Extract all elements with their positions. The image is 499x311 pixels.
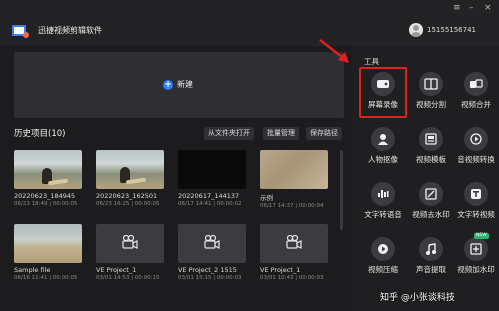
history-title: 历史项目(10)	[14, 129, 66, 139]
text-to-video-icon	[471, 189, 481, 199]
tool-audio-extract[interactable]: 声音提取	[408, 237, 454, 275]
av-convert-icon	[470, 133, 482, 145]
project-thumbnail	[96, 224, 164, 263]
tool-video-template[interactable]: 视频模板	[408, 127, 454, 165]
video-camera-icon	[122, 235, 138, 249]
project-card[interactable]: 20220623_184945 06/23 18:49 | 00:00:05	[14, 150, 82, 207]
remove-watermark-icon	[425, 188, 437, 200]
portrait-cutout-icon	[378, 134, 388, 145]
tool-add-watermark[interactable]: 视频加水印	[453, 237, 499, 275]
video-split-icon	[424, 78, 438, 90]
tool-label: 文字转语音	[364, 210, 402, 219]
save-path-button[interactable]: 保存路径	[306, 127, 342, 140]
project-name: 20220617_144137	[178, 192, 240, 200]
tool-video-merge[interactable]: 视频合并	[453, 72, 499, 110]
video-camera-icon	[286, 235, 302, 249]
video-camera-icon	[204, 235, 220, 249]
tool-label: 视频去水印	[412, 210, 450, 219]
tool-av-convert[interactable]: 音视频转换	[453, 127, 499, 165]
tool-label: 视频合并	[461, 100, 491, 109]
app-logo-icon	[12, 25, 29, 38]
tool-label: 视频分割	[416, 100, 446, 109]
minimize-icon[interactable]: –	[469, 3, 474, 13]
tool-text-to-speech[interactable]: 文字转语音	[360, 182, 406, 220]
project-meta: 06/23 16:25 | 00:00:05	[96, 201, 160, 207]
title-bar	[0, 0, 499, 46]
add-watermark-icon	[470, 243, 482, 255]
project-meta: 06/17 14:41 | 00:00:02	[178, 201, 242, 207]
project-card[interactable]: VE Project_1 03/01 10:43 | 00:00:03	[260, 224, 328, 281]
video-template-icon	[425, 133, 437, 145]
open-from-folder-button[interactable]: 从文件夹打开	[204, 127, 254, 140]
tool-label: 视频加水印	[457, 265, 495, 274]
project-meta: 03/01 14:53 | 00:00:15	[96, 275, 160, 281]
project-name: 示例	[260, 194, 273, 202]
project-card[interactable]: VE Project_2 1515 03/01 15:15 | 00:00:03	[178, 224, 246, 281]
watermark-text: 知乎 @小张谈科技	[380, 293, 455, 303]
project-card[interactable]: Sample file 06/16 11:41 | 00:00:05	[14, 224, 82, 281]
audio-extract-icon	[426, 243, 436, 255]
tool-label: 音视频转换	[457, 155, 495, 164]
batch-manage-button[interactable]: 批量管理	[263, 127, 299, 140]
avatar[interactable]	[409, 23, 423, 37]
history-scrollbar[interactable]	[340, 150, 343, 230]
project-name: VE Project_1	[96, 266, 137, 274]
tool-video-split[interactable]: 视频分割	[408, 72, 454, 110]
project-meta: 06/23 18:49 | 00:00:05	[14, 201, 78, 207]
text-to-speech-icon	[378, 190, 389, 198]
project-thumbnail	[14, 224, 82, 263]
tool-portrait-cutout[interactable]: 人物抠像	[360, 127, 406, 165]
new-project-button[interactable]: + 新建	[163, 79, 193, 90]
new-project-area[interactable]: + 新建	[14, 52, 344, 118]
tool-remove-watermark[interactable]: 视频去水印	[408, 182, 454, 220]
project-meta: 06/16 11:41 | 00:00:05	[14, 275, 78, 281]
video-merge-icon	[470, 79, 483, 88]
project-name: Sample file	[14, 266, 51, 274]
tool-label: 人物抠像	[368, 155, 398, 164]
project-thumbnail	[178, 224, 246, 263]
project-card[interactable]: VE Project_1 03/01 14:53 | 00:00:15	[96, 224, 164, 281]
new-project-label: 新建	[177, 80, 193, 89]
tool-label: 视频模板	[416, 155, 446, 164]
red-arrow-icon	[319, 39, 349, 63]
project-thumbnail	[96, 150, 164, 189]
tool-label: 文字转视频	[457, 210, 495, 219]
tools-title: 工具	[364, 57, 379, 66]
project-name: VE Project_1	[260, 266, 301, 274]
project-thumbnail	[14, 150, 82, 189]
project-meta: 03/01 15:15 | 00:00:03	[178, 275, 242, 281]
project-name: 20220623_162501	[96, 192, 158, 200]
close-icon[interactable]: ×	[484, 3, 492, 13]
project-meta: 06/17 14:37 | 00:00:04	[260, 203, 324, 209]
project-thumbnail	[178, 150, 246, 189]
highlight-box	[359, 67, 407, 118]
project-card[interactable]: 20220617_144137 06/17 14:41 | 00:00:02	[178, 150, 246, 207]
project-thumbnail	[260, 224, 328, 263]
tool-text-to-video[interactable]: 文字转视频	[453, 182, 499, 220]
tool-video-compress[interactable]: 视频压缩	[360, 237, 406, 275]
project-meta: 03/01 10:43 | 00:00:03	[260, 275, 324, 281]
project-name: VE Project_2 1515	[178, 266, 237, 274]
new-badge: NEW	[474, 233, 489, 239]
user-phone[interactable]: 15155156741	[427, 26, 476, 34]
menu-icon[interactable]: ≡	[453, 3, 461, 13]
plus-icon: +	[163, 79, 173, 90]
project-name: 20220623_184945	[14, 192, 76, 200]
project-thumbnail	[260, 150, 328, 189]
tool-label: 视频压缩	[368, 265, 398, 274]
project-card[interactable]: 示例 06/17 14:37 | 00:00:04	[260, 150, 328, 209]
tool-label: 声音提取	[416, 265, 446, 274]
app-title: 迅捷视频剪辑软件	[38, 26, 102, 35]
video-compress-icon	[378, 244, 388, 254]
project-card[interactable]: 20220623_162501 06/23 16:25 | 00:00:05	[96, 150, 164, 207]
